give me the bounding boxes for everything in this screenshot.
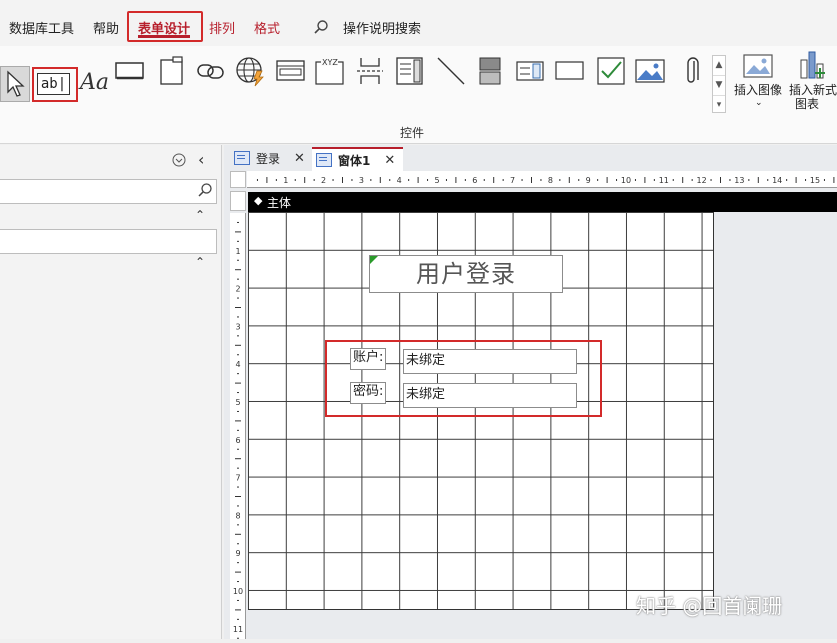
form-background [714, 212, 837, 639]
ruler-number: 7 [510, 176, 515, 185]
collapse-pane-icon[interactable]: ‹ [198, 150, 204, 169]
nav-menu-dropdown-icon[interactable] [172, 153, 186, 171]
ruler-number: 2 [235, 285, 240, 294]
ruler-number: 8 [548, 176, 553, 185]
ruler-number: 4 [235, 360, 240, 369]
gallery-up-arrow-icon[interactable]: ▲ [713, 56, 725, 76]
ruler-number: 1 [283, 176, 288, 185]
tab-arrange[interactable]: 排列 [209, 18, 235, 37]
search-icon[interactable] [313, 19, 329, 39]
label-tool-icon[interactable]: Aa [80, 70, 109, 95]
ruler-number: 3 [359, 176, 364, 185]
ruler-corner[interactable] [230, 171, 246, 188]
ruler-number: 1 [235, 247, 240, 256]
ruler-number: 7 [235, 474, 240, 483]
ruler-number: 9 [235, 549, 240, 558]
form-title-label[interactable]: 用户登录 [369, 255, 563, 293]
section-label: 主体 [267, 196, 292, 210]
select-pointer-icon[interactable] [0, 66, 30, 102]
group-collapse-chevron-icon[interactable]: ⌃ [195, 208, 205, 222]
nav-search-icon[interactable] [197, 182, 213, 202]
ruler-number: 11 [233, 625, 243, 634]
gallery-down-arrow-icon[interactable]: ▼ [713, 76, 725, 96]
web-browser-icon[interactable] [235, 54, 267, 88]
watermark-text: 知乎 @回首阑珊 [636, 594, 783, 618]
check-box-icon[interactable] [595, 54, 627, 88]
doc-tab-label: 窗体1 [338, 153, 371, 168]
nav-search-input[interactable] [0, 179, 217, 204]
insert-image-button[interactable]: 插入图像 [734, 83, 782, 97]
tab-help[interactable]: 帮助 [93, 18, 119, 37]
ruler-number: 9 [586, 176, 591, 185]
fields-highlight-box [325, 340, 602, 417]
ruler-number: 12 [697, 176, 707, 185]
hyperlink-icon[interactable] [195, 54, 227, 88]
rectangle-tool-icon[interactable] [554, 54, 586, 88]
ruler-number: 6 [235, 436, 240, 445]
navigation-control-icon[interactable] [275, 54, 307, 88]
vertical-ruler-ticks: 1 2 3 4 5 6 7 8 9 10 11 [233, 221, 243, 639]
ruler-number: 3 [235, 322, 240, 331]
ruler-number: 11 [659, 176, 669, 185]
ribbon-tab-bar: 数据库工具 帮助 表单设计 排列 格式 操作说明搜索 [0, 0, 837, 46]
insert-chart-icon[interactable] [798, 50, 828, 84]
gallery-more-icon[interactable]: ▾ [713, 96, 725, 115]
svg-text:XYZ: XYZ [322, 58, 338, 67]
ruler-number: 6 [472, 176, 477, 185]
horizontal-ruler: 1 2 3 4 5 6 7 8 9 10 11 12 13 14 15 [247, 171, 837, 188]
controls-gallery-scroll[interactable]: ▲ ▼ ▾ [712, 55, 726, 113]
toggle-button-icon[interactable] [474, 54, 506, 88]
section-arrow-icon: ◆ [254, 194, 263, 207]
doc-tab-label: 登录 [256, 151, 281, 166]
horizontal-ruler-ticks: 1 2 3 4 5 6 7 8 9 10 11 12 13 14 15 [256, 176, 835, 185]
doc-tab-form1[interactable]: 窗体1 ✕ [312, 147, 404, 171]
ruler-number: 4 [397, 176, 402, 185]
close-tab-icon[interactable]: ✕ [294, 151, 305, 166]
error-indicator-icon [370, 256, 378, 264]
ruler-number: 13 [734, 176, 744, 185]
active-tab-underline [138, 35, 190, 38]
form-icon [316, 153, 332, 167]
ruler-number: 5 [235, 398, 240, 407]
vertical-ruler: 1 2 3 4 5 6 7 8 9 10 11 [230, 213, 246, 639]
ruler-number: 5 [434, 176, 439, 185]
nav-object-item[interactable] [0, 229, 217, 254]
form-icon [234, 151, 250, 165]
ruler-number: 10 [621, 176, 631, 185]
form-title-text: 用户登录 [416, 260, 516, 288]
button-tool-icon[interactable] [114, 54, 146, 88]
list-box-icon[interactable] [514, 54, 546, 88]
section-ruler-stub [230, 191, 246, 211]
image-control-icon[interactable] [634, 54, 666, 88]
navigation-pane: ‹ ⌃ ⌃ [0, 145, 222, 639]
detail-section-bar[interactable]: ◆ 主体 [248, 192, 837, 212]
combo-box-icon[interactable] [394, 54, 426, 88]
tab-control-icon[interactable] [156, 54, 188, 88]
doc-tab-login[interactable]: 登录 ✕ [230, 147, 309, 169]
line-tool-icon[interactable] [435, 54, 467, 88]
insert-chart-label-line2: 图表 [795, 97, 820, 111]
ruler-number: 2 [321, 176, 326, 185]
ruler-number: 14 [772, 176, 782, 185]
ruler-number: 10 [233, 587, 243, 596]
tab-format[interactable]: 格式 [254, 18, 280, 37]
close-tab-icon[interactable]: ✕ [384, 153, 395, 168]
ruler-number: 15 [810, 176, 820, 185]
controls-group-label: 控件 [400, 126, 425, 140]
group2-collapse-chevron-icon[interactable]: ⌃ [195, 255, 205, 269]
ruler-number: 8 [235, 511, 240, 520]
insert-image-dropdown-icon[interactable]: ⌄ [755, 96, 763, 110]
attachment-icon[interactable] [676, 54, 708, 88]
tab-database-tools[interactable]: 数据库工具 [9, 18, 74, 37]
option-group-icon[interactable]: XYZ [314, 54, 346, 88]
tell-me-search[interactable]: 操作说明搜索 [343, 18, 421, 37]
insert-chart-button[interactable]: 插入新式 [789, 83, 837, 97]
insert-image-icon[interactable] [743, 54, 773, 82]
page-break-icon[interactable] [354, 54, 386, 88]
textbox-tool-highlight [32, 67, 78, 102]
